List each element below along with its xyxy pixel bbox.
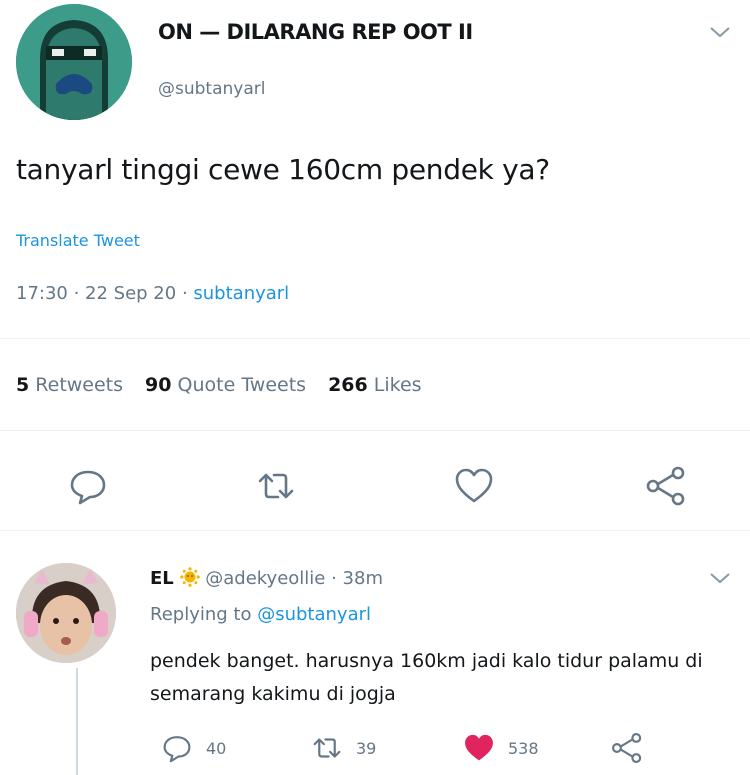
quote-tweets-stat[interactable]: 90 Quote Tweets [145,374,306,396]
retweets-stat[interactable]: 5 Retweets [16,374,123,396]
reply-icon [163,736,191,763]
tweet-stats: 5 Retweets 90 Quote Tweets 266 Likes [16,374,422,396]
retweet-count: 39 [356,738,377,758]
tweet-meta: 17:30 · 22 Sep 20 · subtanyarl [16,283,289,304]
reply-header: EL @adekyeollie · 38m [150,567,383,589]
reply-handle[interactable]: @adekyeollie [205,568,325,589]
reply-retweet-button[interactable]: 39 [310,730,376,766]
like-icon-filled [465,734,493,761]
share-icon [612,733,642,763]
sun-emoji-icon [179,567,206,589]
divider [0,530,750,531]
likes-stat[interactable]: 266 Likes [328,374,422,396]
like-count: 538 [508,738,539,758]
tweet-timestamp[interactable]: 17:30 · 22 Sep 20 · [16,283,193,304]
chevron-down-icon[interactable] [706,568,734,588]
display-name[interactable]: ON — DILARANG REP OOT II [158,20,473,44]
translate-tweet-link[interactable]: Translate Tweet [16,231,140,250]
avatar-image [16,4,132,120]
reply-age[interactable]: · 38m [331,568,383,589]
divider [0,338,750,339]
like-icon[interactable] [452,464,496,508]
reply-count: 40 [206,738,227,758]
reply-avatar[interactable] [16,563,116,663]
thread-line [76,668,78,775]
retweet-icon [313,738,341,758]
reply-display-name[interactable]: EL [150,568,174,589]
divider [0,430,750,431]
retweet-icon[interactable] [254,464,298,508]
replying-to-link[interactable]: @subtanyarl [257,604,371,625]
tweet-text: tanyarl tinggi cewe 160cm pendek ya? [16,153,550,186]
share-icon[interactable] [644,464,688,508]
reply-avatar-image [16,563,116,663]
username[interactable]: @subtanyarl [158,79,265,99]
chevron-down-icon[interactable] [706,22,734,42]
reply-like-button[interactable]: 538 [462,730,539,766]
reply-reply-button[interactable]: 40 [160,730,226,766]
reply-share-button[interactable] [610,730,656,766]
reply-icon[interactable] [66,464,110,508]
replying-to: Replying to @subtanyarl [150,604,371,625]
tweet-source[interactable]: subtanyarl [193,283,289,304]
reply-text: pendek banget. harusnya 160km jadi kalo … [150,650,703,705]
avatar[interactable] [16,4,132,120]
